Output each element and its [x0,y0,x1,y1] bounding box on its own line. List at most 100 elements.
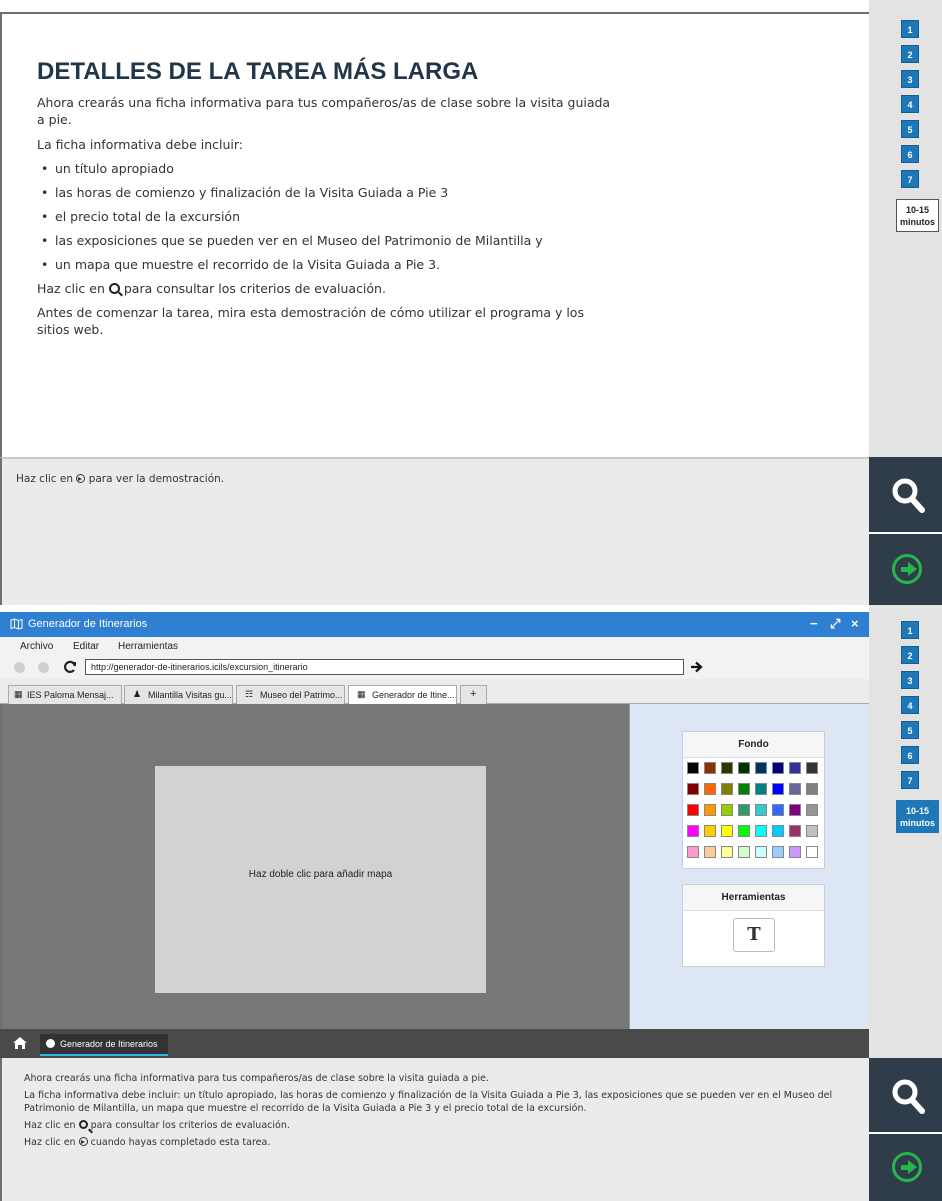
color-swatch[interactable] [789,804,801,816]
tab-label: Generador de Itine... [372,690,455,700]
maximize-button[interactable]: ⤢ [830,616,840,632]
time-unit: minutos [900,217,935,227]
task-bullet: las exposiciones que se pueden ver en el… [41,232,543,249]
close-button[interactable]: × [851,616,859,631]
hint-next: Haz clic en cuando hayas completado esta… [24,1136,854,1149]
color-swatch[interactable] [772,825,784,837]
color-swatch[interactable] [721,762,733,774]
tab-ies-paloma[interactable]: ▦ IES Paloma Mensaj... [8,685,122,704]
step-button-3[interactable]: 3 [901,671,919,689]
time-unit: minutos [900,818,935,828]
step-button-5[interactable]: 5 [901,120,919,138]
color-swatch[interactable] [687,846,699,858]
color-swatch[interactable] [772,762,784,774]
step-button-3[interactable]: 3 [901,70,919,88]
color-swatch[interactable] [738,783,750,795]
color-swatch[interactable] [755,783,767,795]
search-button[interactable] [869,1058,942,1132]
color-swatch[interactable] [704,762,716,774]
step-button-7[interactable]: 7 [901,170,919,188]
next-button[interactable] [869,1134,942,1201]
step-button-1[interactable]: 1 [901,621,919,639]
back-icon[interactable] [14,662,25,673]
color-swatch[interactable] [755,846,767,858]
map-placeholder[interactable]: Haz doble clic para añadir mapa [155,766,486,993]
color-swatch[interactable] [738,762,750,774]
color-swatch[interactable] [806,762,818,774]
color-swatch[interactable] [704,825,716,837]
taskbar-app-button[interactable]: Generador de Itinerarios [40,1034,168,1056]
color-swatch[interactable] [721,783,733,795]
hint-next-after: cuando hayas completado esta tarea. [90,1137,271,1148]
go-arrow-icon[interactable] [690,661,703,673]
tab-label: Museo del Patrimo... [260,690,343,700]
color-swatch[interactable] [806,783,818,795]
menu-archivo[interactable]: Archivo [20,641,53,652]
tab-milantilla-visitas[interactable]: ♟ Milantilla Visitas gu... [124,685,233,704]
color-swatch[interactable] [772,804,784,816]
color-swatch[interactable] [755,762,767,774]
time-range: 10-15 [905,806,930,816]
next-button[interactable] [869,534,942,605]
menu-editar[interactable]: Editar [73,641,99,652]
color-swatch[interactable] [704,804,716,816]
refresh-icon[interactable] [63,660,77,674]
step-button-2[interactable]: 2 [901,45,919,63]
color-swatch[interactable] [772,846,784,858]
color-swatch[interactable] [738,846,750,858]
color-swatch[interactable] [687,783,699,795]
step-button-4[interactable]: 4 [901,696,919,714]
forward-icon[interactable] [38,662,49,673]
url-input[interactable]: http://generador-de-itinerarios.icils/ex… [85,659,684,675]
tab-label: IES Paloma Mensaj... [27,690,114,700]
color-swatch[interactable] [772,783,784,795]
fondo-title: Fondo [683,732,824,758]
search-button[interactable] [869,457,942,532]
museum-icon: ☶ [245,689,254,699]
color-swatch[interactable] [721,804,733,816]
color-swatch[interactable] [789,825,801,837]
hint-next-before: Haz clic en [24,1137,76,1148]
task-bullet: el precio total de la excursión [41,208,240,225]
bus-icon: ▦ [14,689,23,699]
step-button-6[interactable]: 6 [901,746,919,764]
color-swatch[interactable] [806,825,818,837]
minimize-button[interactable]: − [810,616,818,631]
new-tab-button[interactable]: + [460,685,487,704]
color-swatch[interactable] [789,783,801,795]
time-estimate-badge[interactable]: 10-15 minutos [896,199,939,232]
menu-herramientas[interactable]: Herramientas [118,641,178,652]
color-swatch[interactable] [687,762,699,774]
tab-museo-patrimonio[interactable]: ☶ Museo del Patrimo... [236,685,345,704]
color-swatch[interactable] [687,825,699,837]
time-estimate-badge[interactable]: 10-15 minutos [896,800,939,833]
color-swatch[interactable] [704,846,716,858]
step-button-6[interactable]: 6 [901,145,919,163]
step-button-2[interactable]: 2 [901,646,919,664]
color-swatch[interactable] [721,846,733,858]
color-swatch[interactable] [755,825,767,837]
text-tool-button[interactable]: T [733,918,775,952]
color-swatch[interactable] [687,804,699,816]
step-button-5[interactable]: 5 [901,721,919,739]
step-button-1[interactable]: 1 [901,20,919,38]
tab-generador-itinerarios[interactable]: ▦ Generador de Itine... [348,685,457,704]
color-swatch[interactable] [789,762,801,774]
color-swatch[interactable] [738,804,750,816]
color-swatch[interactable] [721,825,733,837]
color-swatch[interactable] [738,825,750,837]
step-button-4[interactable]: 4 [901,95,919,113]
tools-card: Herramientas T [682,884,825,967]
task-bullet: las horas de comienzo y finalización de … [41,184,448,201]
color-swatch[interactable] [806,846,818,858]
step-button-7[interactable]: 7 [901,771,919,789]
next-arrow-icon [892,1152,922,1182]
color-swatch[interactable] [789,846,801,858]
home-icon[interactable] [12,1036,28,1050]
color-swatch[interactable] [755,804,767,816]
search-hint-after: para consultar los criterios de evaluaci… [123,281,386,296]
color-swatch[interactable] [806,804,818,816]
color-swatch[interactable] [704,783,716,795]
background-color-card: Fondo [682,731,825,869]
app-viewport: Haz doble clic para añadir mapa Fondo He… [0,704,871,1029]
